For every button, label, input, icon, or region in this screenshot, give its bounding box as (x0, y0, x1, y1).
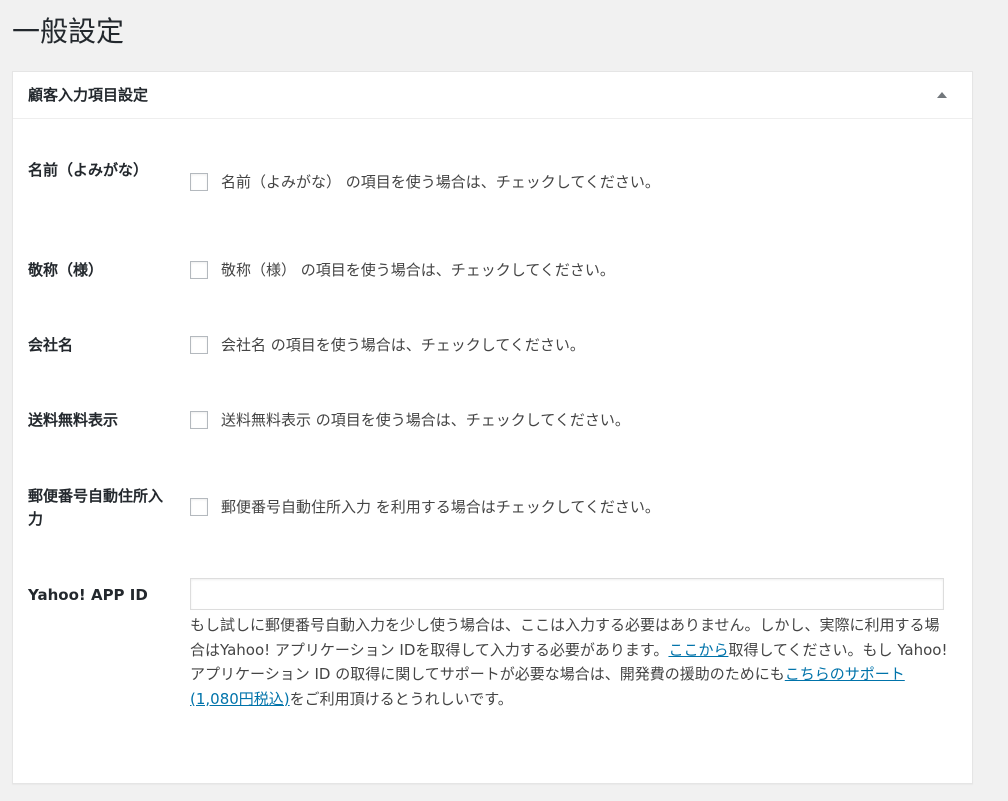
field-row-postal-autofill: 郵便番号自動住所入力 郵便番号自動住所入力 を利用する場合はチェックしてください… (13, 484, 972, 534)
field-row-honorific: 敬称（様） 敬称（様） の項目を使う場合は、チェックしてください。 (13, 257, 972, 287)
description-text-3: をご利用頂けるとうれしいです。 (289, 689, 513, 708)
field-control-company: 会社名 の項目を使う場合は、チェックしてください。 (190, 334, 585, 356)
field-label-company: 会社名 (28, 336, 74, 354)
checkbox-label-company[interactable]: 会社名 の項目を使う場合は、チェックしてください。 (221, 334, 585, 356)
field-row-company: 会社名 会社名 の項目を使う場合は、チェックしてください。 (13, 333, 972, 363)
panel-header[interactable]: 顧客入力項目設定 (13, 72, 972, 119)
checkbox-furigana[interactable] (190, 173, 208, 191)
checkbox-company[interactable] (190, 336, 208, 354)
checkbox-postal-autofill[interactable] (190, 498, 208, 516)
yahoo-app-id-input[interactable] (190, 578, 944, 610)
settings-panel: 顧客入力項目設定 名前（よみがな） 名前（よみがな） の項目を使う場合は、チェッ… (12, 71, 973, 784)
field-row-yahoo-app-id: Yahoo! APP ID もし試しに郵便番号自動入力を少し使う場合は、ここは入… (13, 578, 972, 748)
yahoo-app-id-description: もし試しに郵便番号自動入力を少し使う場合は、ここは入力する必要はありません。しか… (190, 613, 950, 711)
field-label-furigana: 名前（よみがな） (28, 161, 149, 179)
checkbox-label-free-shipping[interactable]: 送料無料表示 の項目を使う場合は、チェックしてください。 (221, 409, 630, 431)
get-app-id-link[interactable]: ここから (668, 641, 728, 659)
checkbox-label-postal-autofill[interactable]: 郵便番号自動住所入力 を利用する場合はチェックしてください。 (221, 496, 660, 518)
triangle-up-icon[interactable] (934, 87, 950, 103)
field-control-free-shipping: 送料無料表示 の項目を使う場合は、チェックしてください。 (190, 409, 630, 431)
field-control-postal-autofill: 郵便番号自動住所入力 を利用する場合はチェックしてください。 (190, 496, 660, 518)
checkbox-honorific[interactable] (190, 261, 208, 279)
checkbox-label-furigana[interactable]: 名前（よみがな） の項目を使う場合は、チェックしてください。 (221, 171, 660, 193)
field-label-yahoo-app-id: Yahoo! APP ID (28, 586, 148, 604)
page-title: 一般設定 (12, 15, 125, 48)
checkbox-free-shipping[interactable] (190, 411, 208, 429)
field-label-honorific: 敬称（様） (28, 261, 104, 279)
field-row-furigana: 名前（よみがな） 名前（よみがな） の項目を使う場合は、チェックしてください。 (13, 156, 972, 206)
field-control-furigana: 名前（よみがな） の項目を使う場合は、チェックしてください。 (190, 171, 660, 193)
field-label-postal-autofill: 郵便番号自動住所入力 (28, 487, 164, 528)
field-control-honorific: 敬称（様） の項目を使う場合は、チェックしてください。 (190, 259, 615, 281)
field-label-free-shipping: 送料無料表示 (28, 411, 119, 429)
panel-title: 顧客入力項目設定 (28, 86, 149, 104)
checkbox-label-honorific[interactable]: 敬称（様） の項目を使う場合は、チェックしてください。 (221, 259, 615, 281)
field-row-free-shipping: 送料無料表示 送料無料表示 の項目を使う場合は、チェックしてください。 (13, 408, 972, 438)
